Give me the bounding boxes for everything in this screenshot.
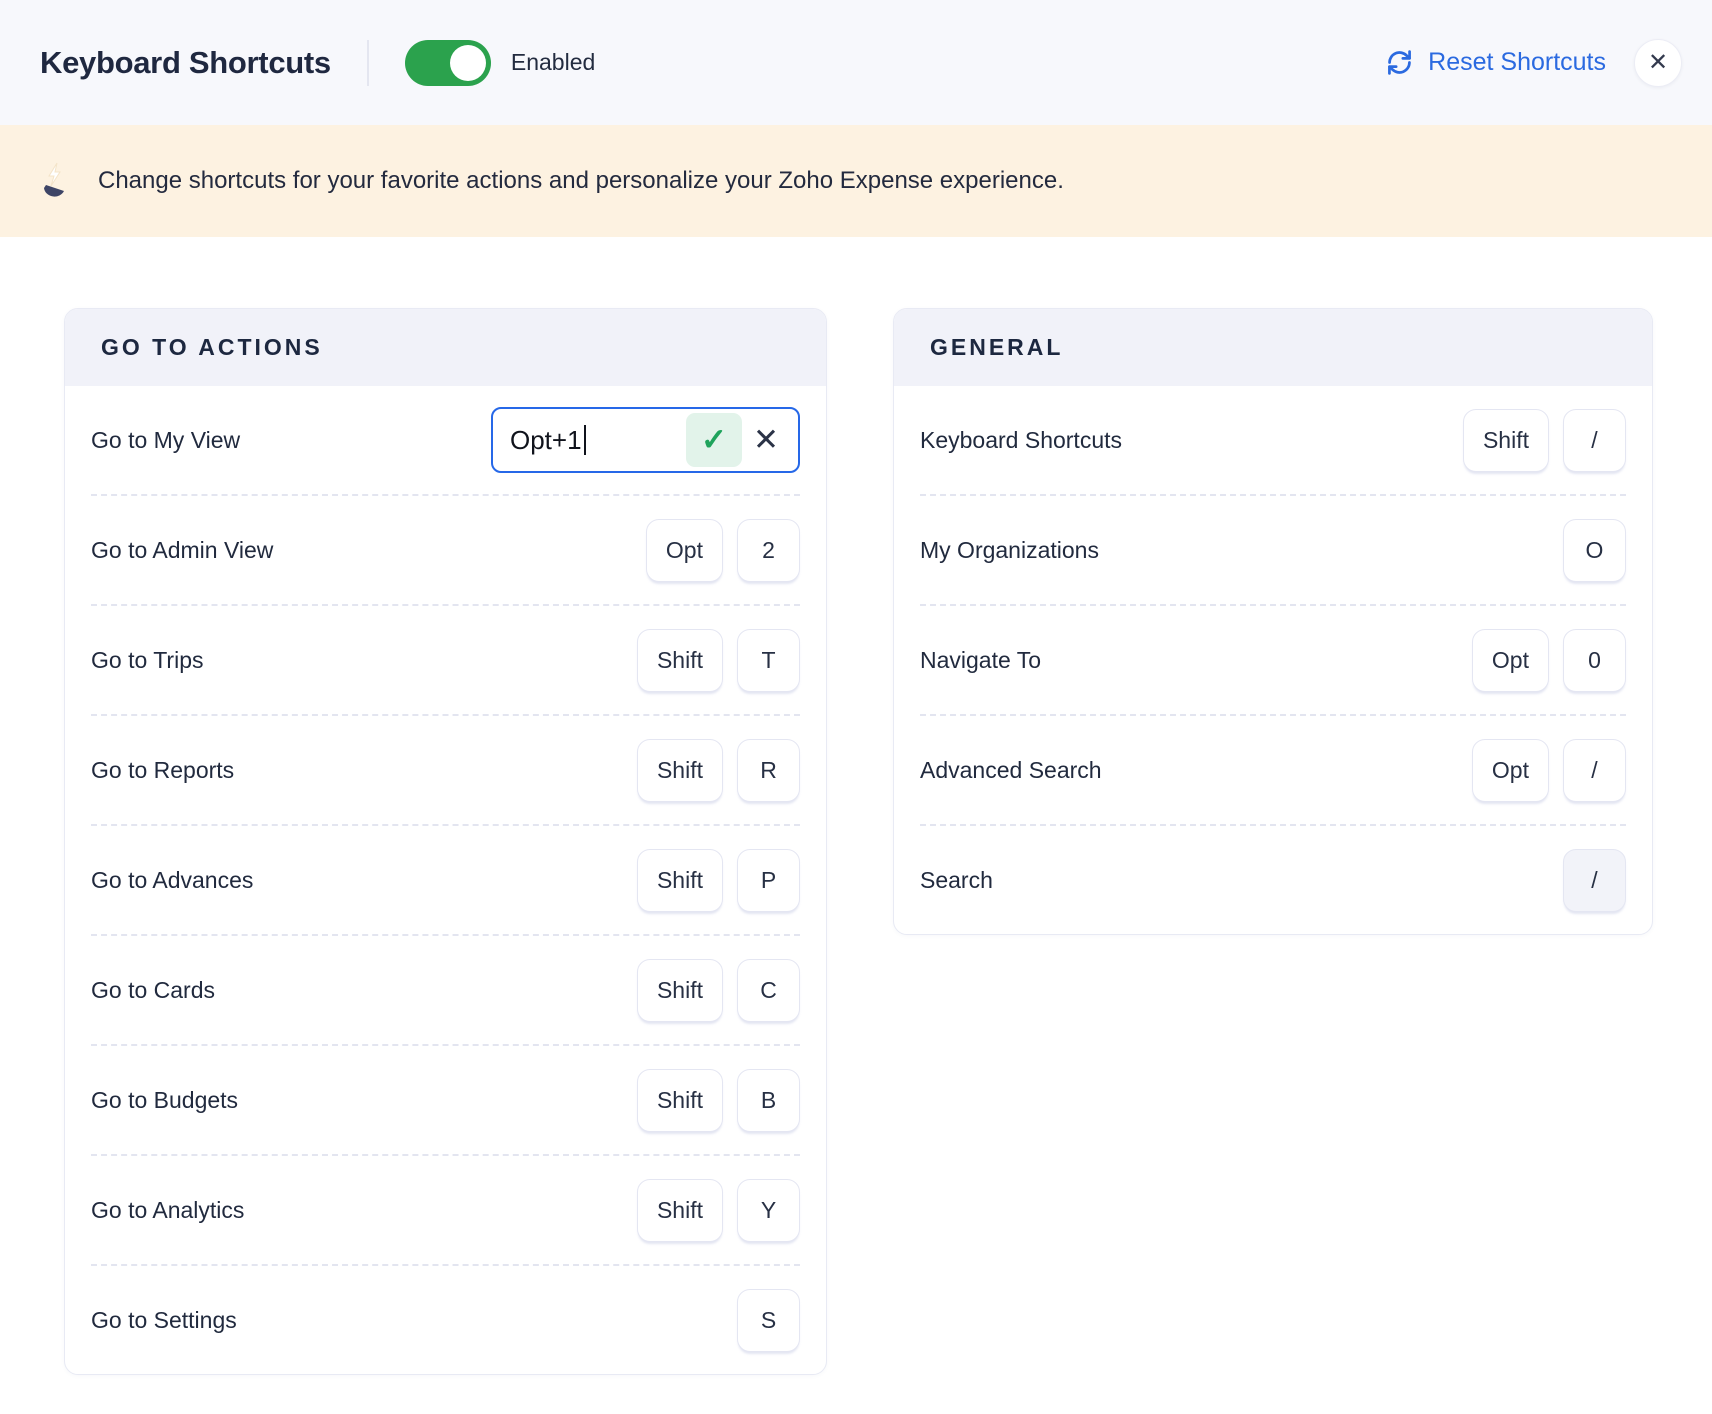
keycap-o[interactable]: O	[1563, 519, 1626, 582]
shortcut-row-go-to-trips[interactable]: Go to Trips ShiftT	[91, 606, 800, 714]
banner-text: Change shortcuts for your favorite actio…	[98, 167, 1064, 195]
shortcut-keys: Opt0	[1472, 629, 1626, 692]
shortcut-row-advanced-search[interactable]: Advanced Search Opt/	[920, 716, 1626, 824]
shortcut-row-go-to-settings[interactable]: Go to Settings S	[91, 1266, 800, 1374]
toggle-knob	[450, 45, 486, 81]
shortcut-row-go-to-analytics[interactable]: Go to Analytics ShiftY	[91, 1156, 800, 1264]
keycap-c[interactable]: C	[737, 959, 800, 1022]
reset-shortcuts-label: Reset Shortcuts	[1428, 48, 1606, 77]
shortcut-keys: Opt2	[646, 519, 800, 582]
shortcut-keys: ShiftT	[637, 629, 800, 692]
panel-title-go-to-actions: GO TO ACTIONS	[65, 309, 826, 386]
shortcut-row-keyboard-shortcuts[interactable]: Keyboard Shortcuts Shift/	[920, 386, 1626, 494]
shortcuts-enabled-toggle[interactable]	[405, 40, 491, 86]
text-cursor	[584, 425, 586, 455]
shortcut-row-go-to-budgets[interactable]: Go to Budgets ShiftB	[91, 1046, 800, 1154]
shortcut-label: Search	[920, 867, 993, 894]
shortcut-row-search[interactable]: Search /	[920, 826, 1626, 934]
general-panel: GENERAL Keyboard ShortcutsShift/My Organ…	[893, 308, 1653, 935]
shortcut-keys: ShiftC	[637, 959, 800, 1022]
shortcut-keys: Opt/	[1472, 739, 1626, 802]
reset-shortcuts-button[interactable]: Reset Shortcuts	[1384, 47, 1606, 78]
shortcut-label: Go to Budgets	[91, 1087, 238, 1114]
shortcut-edit-box[interactable]: Opt+1 ✓ ✕	[491, 407, 800, 473]
shortcut-row-navigate-to[interactable]: Navigate To Opt0	[920, 606, 1626, 714]
keycap-shift[interactable]: Shift	[637, 849, 723, 912]
shortcut-keys: ShiftP	[637, 849, 800, 912]
cancel-shortcut-button[interactable]: ✕	[742, 413, 790, 467]
shortcut-keys: ShiftR	[637, 739, 800, 802]
close-button[interactable]: ✕	[1634, 39, 1682, 87]
shortcut-label: Go to Reports	[91, 757, 234, 784]
shortcut-label: Go to Advances	[91, 867, 253, 894]
keycap-opt[interactable]: Opt	[1472, 629, 1549, 692]
close-icon: ✕	[753, 422, 779, 458]
keycap-y[interactable]: Y	[737, 1179, 800, 1242]
keycap-opt[interactable]: Opt	[1472, 739, 1549, 802]
keycap-slash[interactable]: /	[1563, 849, 1626, 912]
shortcut-label: Go to Settings	[91, 1307, 237, 1334]
keycap-shift[interactable]: Shift	[637, 959, 723, 1022]
panel-title-general: GENERAL	[894, 309, 1652, 386]
shortcut-row-go-to-reports[interactable]: Go to Reports ShiftR	[91, 716, 800, 824]
confirm-shortcut-button[interactable]: ✓	[686, 413, 742, 467]
keycap-0[interactable]: 0	[1563, 629, 1626, 692]
toggle-label: Enabled	[511, 49, 595, 76]
shortcut-label: Go to Admin View	[91, 537, 273, 564]
shortcuts-content: GO TO ACTIONS Go to My ViewOpt+1✓✕Go to …	[0, 237, 1712, 1375]
header-bar: Keyboard Shortcuts Enabled Reset Shortcu…	[0, 0, 1712, 125]
keycap-b[interactable]: B	[737, 1069, 800, 1132]
shortcut-label: Go to Trips	[91, 647, 203, 674]
go-to-actions-panel: GO TO ACTIONS Go to My ViewOpt+1✓✕Go to …	[64, 308, 827, 1375]
keycap-slash[interactable]: /	[1563, 739, 1626, 802]
header-actions: Reset Shortcuts ✕	[1384, 39, 1682, 87]
shortcut-keys: O	[1563, 519, 1626, 582]
keycap-r[interactable]: R	[737, 739, 800, 802]
keycap-s[interactable]: S	[737, 1289, 800, 1352]
keycap-shift[interactable]: Shift	[637, 629, 723, 692]
header-divider	[367, 40, 369, 86]
shortcut-label: Go to My View	[91, 427, 240, 454]
keycap-shift[interactable]: Shift	[1463, 409, 1549, 472]
lightning-icon	[40, 161, 70, 201]
shortcut-row-my-organizations[interactable]: My Organizations O	[920, 496, 1626, 604]
check-icon: ✓	[701, 422, 727, 458]
shortcut-input-value[interactable]: Opt+1	[510, 425, 582, 456]
keycap-slash[interactable]: /	[1563, 409, 1626, 472]
panel-body-general: Keyboard ShortcutsShift/My Organizations…	[894, 386, 1652, 934]
keycap-shift[interactable]: Shift	[637, 1179, 723, 1242]
shortcut-label: My Organizations	[920, 537, 1099, 564]
keycap-t[interactable]: T	[737, 629, 800, 692]
shortcut-row-go-to-cards[interactable]: Go to Cards ShiftC	[91, 936, 800, 1044]
keycap-2[interactable]: 2	[737, 519, 800, 582]
close-icon: ✕	[1648, 48, 1668, 77]
shortcut-keys: ShiftB	[637, 1069, 800, 1132]
shortcut-row-go-to-my-view[interactable]: Go to My View Opt+1 ✓ ✕	[91, 386, 800, 494]
shortcut-keys: ShiftY	[637, 1179, 800, 1242]
shortcut-label: Go to Cards	[91, 977, 215, 1004]
keycap-shift[interactable]: Shift	[637, 739, 723, 802]
shortcut-keys: /	[1563, 849, 1626, 912]
shortcut-label: Go to Analytics	[91, 1197, 244, 1224]
shortcut-row-go-to-advances[interactable]: Go to Advances ShiftP	[91, 826, 800, 934]
keycap-opt[interactable]: Opt	[646, 519, 723, 582]
info-banner: Change shortcuts for your favorite actio…	[0, 125, 1712, 237]
shortcut-label: Advanced Search	[920, 757, 1102, 784]
shortcut-label: Keyboard Shortcuts	[920, 427, 1122, 454]
shortcut-keys: Shift/	[1463, 409, 1626, 472]
panel-body-go-to-actions: Go to My View Opt+1 ✓ ✕ Go to Admin View Opt2…	[65, 386, 826, 1374]
keycap-p[interactable]: P	[737, 849, 800, 912]
shortcut-label: Navigate To	[920, 647, 1041, 674]
page-title: Keyboard Shortcuts	[40, 45, 331, 81]
shortcut-row-go-to-admin-view[interactable]: Go to Admin View Opt2	[91, 496, 800, 604]
shortcut-keys: S	[737, 1289, 800, 1352]
keycap-shift[interactable]: Shift	[637, 1069, 723, 1132]
refresh-icon	[1384, 47, 1415, 78]
